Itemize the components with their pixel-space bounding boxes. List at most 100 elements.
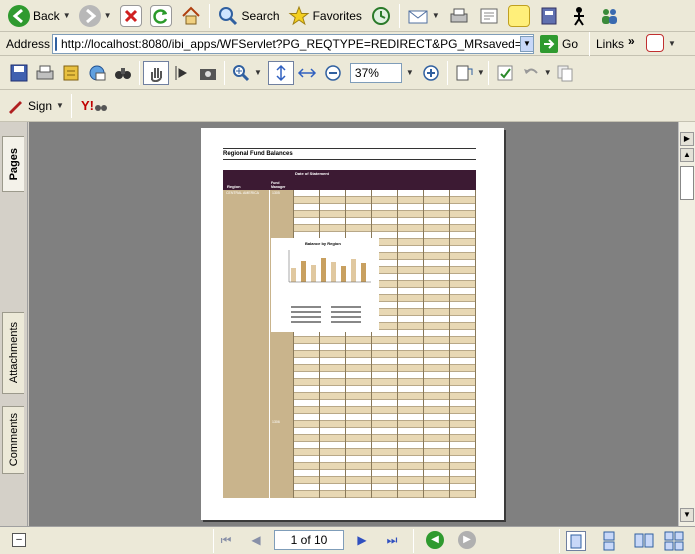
organizer-button[interactable]	[58, 61, 84, 85]
chart-graphic	[288, 250, 371, 323]
facing-button[interactable]	[634, 531, 654, 554]
chevron-right-icon[interactable]: »	[628, 34, 635, 48]
back-button[interactable]: Back ▼	[4, 2, 75, 30]
tab-attachments-label: Attachments	[7, 322, 20, 384]
continuous-facing-button[interactable]	[664, 531, 684, 554]
search-icon	[217, 5, 239, 27]
messenger-button[interactable]	[564, 2, 594, 30]
single-page-button[interactable]	[566, 531, 586, 551]
chevron-down-icon[interactable]: ▼	[432, 11, 440, 20]
users-button[interactable]	[594, 2, 624, 30]
toolbar-separator	[413, 529, 414, 553]
chevron-down-icon[interactable]: ▼	[477, 68, 485, 77]
find-button[interactable]	[110, 61, 136, 85]
links-label[interactable]: Links	[596, 37, 624, 51]
report-title-rule	[223, 148, 476, 149]
toolbar-separator	[559, 529, 560, 553]
chevron-down-icon[interactable]: ▼	[668, 39, 676, 48]
last-page-button[interactable]: ⏭	[382, 530, 402, 550]
pdf-convert-icon[interactable]	[646, 34, 664, 52]
select-text-button[interactable]	[169, 61, 195, 85]
document-viewport[interactable]: Regional Fund Balances Date of Statement…	[29, 122, 678, 526]
tab-attachments[interactable]: Attachments	[2, 312, 24, 394]
spellcheck-button[interactable]	[492, 61, 518, 85]
edit-button[interactable]	[474, 2, 504, 30]
chevron-down-icon[interactable]: ▼	[254, 68, 262, 77]
refresh-button[interactable]	[146, 2, 176, 30]
chevron-down-icon[interactable]: ▼	[544, 68, 552, 77]
go-button[interactable]: Go	[540, 35, 578, 53]
next-page-button[interactable]: ▶	[352, 530, 372, 550]
print-button[interactable]	[444, 2, 474, 30]
stop-button[interactable]	[116, 2, 146, 30]
email-button[interactable]	[84, 61, 110, 85]
address-input[interactable]: http://localhost:8080/ibi_apps/WFServlet…	[52, 34, 534, 54]
go-label: Go	[562, 37, 579, 51]
zoom-in-button[interactable]	[418, 61, 444, 85]
save-button[interactable]	[6, 61, 32, 85]
header-date: Date of Statement	[295, 171, 330, 176]
forward-button[interactable]: ▼	[75, 2, 116, 30]
zoom-dropdown-icon[interactable]: ▼	[406, 68, 414, 77]
address-bar: Address http://localhost:8080/ibi_apps/W…	[0, 32, 695, 56]
sign-button[interactable]: Sign ▼	[6, 94, 68, 118]
rotate-button[interactable]	[451, 61, 477, 85]
binoculars-small-icon	[94, 104, 107, 111]
fund-label-2: 1306	[272, 420, 280, 424]
chevron-down-icon[interactable]: ▼	[104, 11, 112, 20]
scroll-thumb[interactable]	[680, 166, 694, 200]
favorites-label: Favorites	[312, 8, 362, 23]
chart-legend-entry	[331, 321, 361, 323]
vertical-scrollbar[interactable]: ▶ ▲ ▼	[678, 122, 695, 526]
undo-button[interactable]	[518, 61, 544, 85]
favorites-button[interactable]: Favorites	[284, 2, 366, 30]
chevron-down-icon[interactable]: ▼	[56, 101, 64, 110]
page-number-input[interactable]: 1 of 10	[274, 530, 344, 550]
zoom-in-tool-button[interactable]	[228, 61, 254, 85]
scroll-up-button[interactable]: ▲	[680, 148, 694, 162]
chevron-down-icon[interactable]: ▼	[63, 11, 71, 20]
history-button[interactable]	[366, 2, 396, 30]
chart-legend-entry	[331, 306, 361, 308]
chart-title: Balance by Region	[305, 241, 341, 246]
panel-toggle-button[interactable]: –	[12, 533, 26, 547]
copy-button[interactable]	[552, 61, 578, 85]
column-divider	[371, 190, 372, 498]
fit-page-button[interactable]	[267, 60, 294, 85]
scroll-right-button[interactable]: ▶	[680, 132, 694, 146]
first-page-button[interactable]: ⏮	[216, 530, 236, 550]
next-view-button[interactable]: ▶	[458, 531, 476, 549]
zoom-out-button[interactable]	[320, 61, 346, 85]
previous-view-button[interactable]: ◀	[426, 531, 444, 549]
mail-button[interactable]: ▼	[403, 2, 444, 30]
zoom-input[interactable]: 37%	[349, 62, 402, 83]
fit-width-button[interactable]	[294, 61, 320, 85]
magnifier-plus-icon	[233, 64, 250, 81]
chart-legend-entry	[291, 311, 321, 313]
tab-comments[interactable]: Comments	[2, 406, 24, 474]
toolbar-separator	[487, 60, 489, 85]
previous-page-button[interactable]: ◀	[246, 530, 266, 550]
scroll-down-button[interactable]: ▼	[680, 508, 694, 522]
snapshot-button[interactable]	[195, 61, 221, 85]
discuss-button[interactable]	[504, 2, 534, 30]
chart-legend-entry	[331, 311, 361, 313]
address-dropdown[interactable]: ▼	[520, 36, 534, 52]
continuous-button[interactable]	[600, 531, 618, 554]
home-button[interactable]	[176, 2, 206, 30]
page-rotate-icon	[456, 65, 473, 80]
print-button[interactable]	[32, 61, 58, 85]
search-button[interactable]: Search	[213, 2, 284, 30]
chart-bar	[341, 266, 346, 282]
sign-label: Sign	[28, 98, 53, 113]
header-fund: Fund Manager	[271, 181, 286, 189]
browser-toolbar: Back ▼ ▼ Search Favorites ▼	[0, 0, 695, 32]
binoculars-icon	[115, 67, 131, 79]
research-button[interactable]	[534, 2, 564, 30]
single-page-icon	[570, 534, 582, 549]
yahoo-icon[interactable]: Y!	[81, 98, 94, 113]
fund-column	[269, 190, 293, 498]
tab-pages[interactable]: Pages	[2, 136, 24, 192]
hand-tool-button[interactable]	[143, 60, 169, 85]
fit-width-icon	[297, 67, 316, 78]
